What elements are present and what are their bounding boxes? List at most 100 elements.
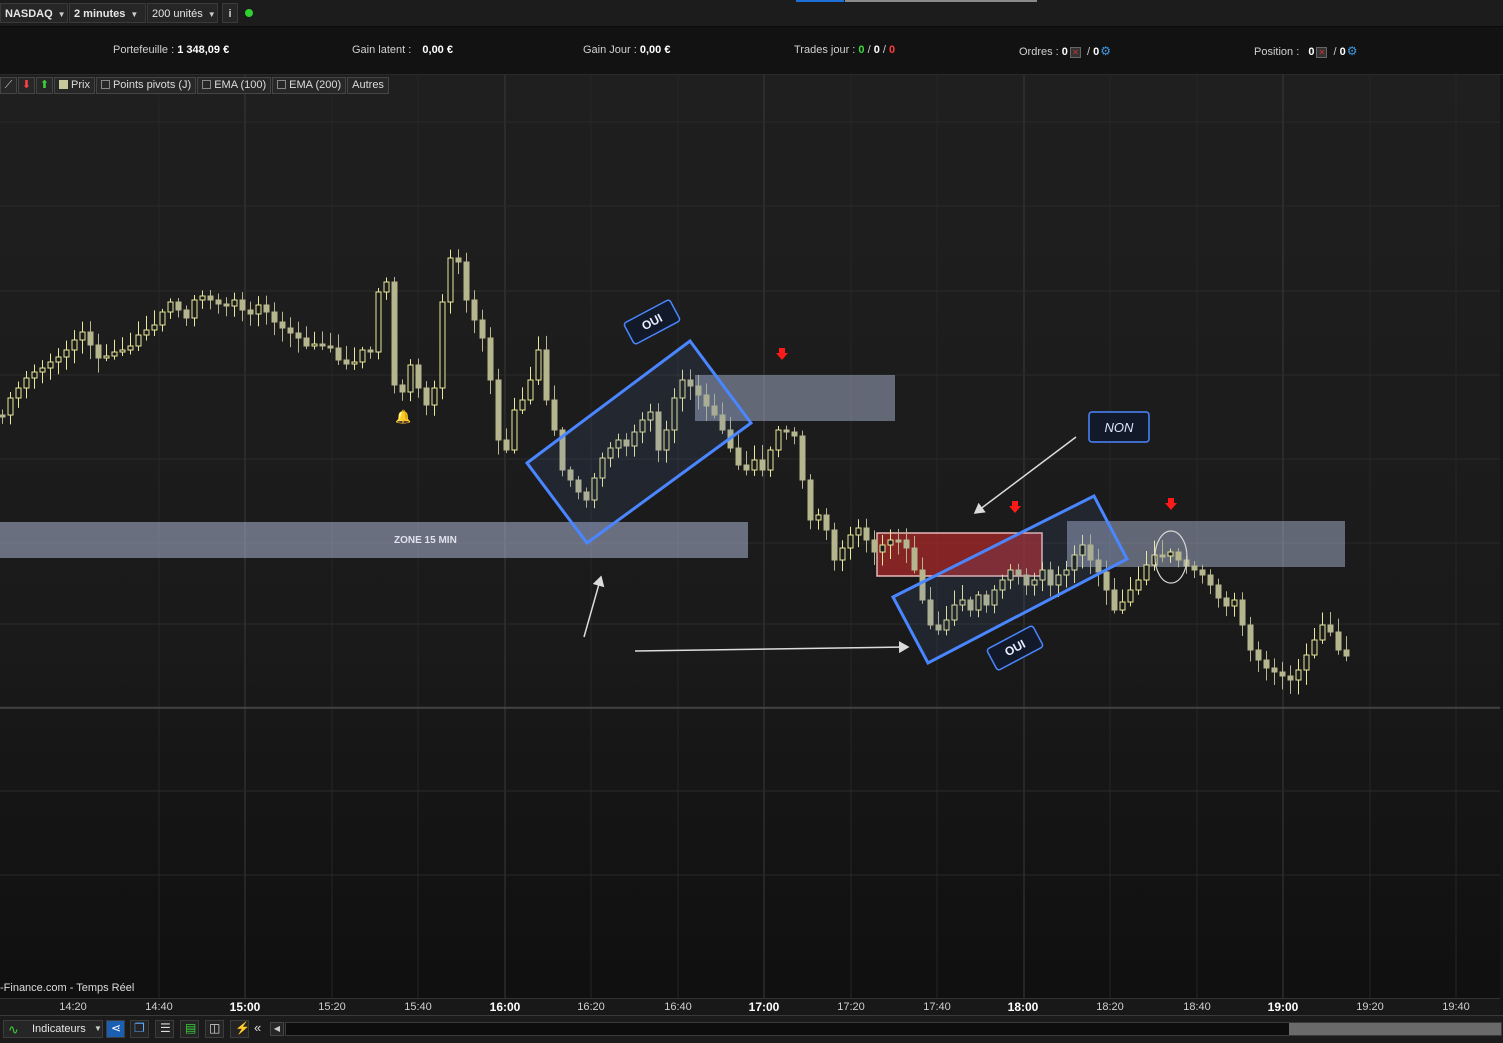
candle-body — [463, 261, 470, 301]
collapse-icon[interactable]: « — [254, 1020, 268, 1038]
position-count-2: 0 — [1339, 46, 1346, 58]
candle-body — [127, 345, 134, 351]
candle-body — [1215, 584, 1222, 599]
candle-body — [535, 349, 542, 381]
account-summary-bar: Portefeuille : 1 348,09 € Gain latent : … — [0, 27, 1503, 75]
portfolio-value: 1 348,09 € — [177, 44, 230, 56]
zone-15min-label: ZONE 15 MIN — [394, 535, 457, 546]
units-dropdown[interactable]: 200 unités ▼ — [147, 3, 218, 23]
candle-body — [39, 367, 46, 373]
sell-arrow-icon[interactable]: ⬇ — [18, 77, 35, 94]
order-list-icon[interactable]: ☰ — [155, 1020, 174, 1038]
candle-body — [895, 539, 902, 543]
scroll-left-icon[interactable]: ◀ — [270, 1022, 284, 1036]
gear-icon[interactable]: ⚙ — [1347, 44, 1358, 58]
candle-body — [191, 299, 198, 319]
top-toolbar: NASDAQ ▼ 2 minutes ▼ 200 unités ▼ i — [0, 0, 1503, 27]
candle-body — [1327, 624, 1334, 633]
legend-ema100-label: EMA (100) — [214, 79, 267, 91]
candle-body — [207, 295, 214, 301]
candle-body — [1239, 599, 1246, 626]
share-icon[interactable]: ⋖ — [106, 1020, 125, 1038]
candle-body — [887, 539, 894, 546]
candle-body — [87, 331, 94, 346]
legend-pivot-points[interactable]: Points pivots (J) — [95, 77, 197, 94]
candle-body — [135, 334, 142, 347]
candle-body — [47, 361, 54, 369]
strategy-icon[interactable]: ⚡ — [230, 1020, 250, 1038]
order-book-icon[interactable]: ▤ — [180, 1020, 199, 1038]
pivots-checkbox-icon — [100, 80, 110, 89]
candle-body — [295, 332, 302, 339]
info-button[interactable]: i — [222, 3, 238, 23]
candle-body — [1287, 675, 1294, 681]
candle-body — [1199, 569, 1206, 576]
candle-body — [95, 344, 102, 359]
channel-box-1 — [524, 338, 754, 546]
scrollbar-thumb[interactable] — [1289, 1023, 1501, 1035]
timeframe-dropdown[interactable]: 2 minutes ▼ — [69, 3, 146, 23]
trades-neutral-count: 0 — [873, 44, 880, 56]
candle-body — [831, 529, 838, 561]
candle-body — [855, 527, 862, 536]
x-tick: 19:40 — [1442, 1001, 1470, 1013]
candle-body — [1223, 597, 1230, 607]
info-icon: i — [228, 8, 232, 20]
candle-body — [1319, 624, 1326, 641]
price-chart[interactable]: OUI OUI NON 🔔 ⟋ ⬇ ⬆ Prix Points pivots (J) EMA (… — [0, 75, 1500, 1013]
x-tick: 15:00 — [229, 1000, 261, 1014]
candle-body — [15, 387, 22, 399]
instrument-label: NASDAQ — [5, 8, 53, 20]
candle-body — [367, 349, 374, 353]
legend-price[interactable]: Prix — [54, 77, 95, 94]
instrument-dropdown[interactable]: NASDAQ ▼ — [0, 3, 68, 23]
position-info: Position : 0 ✕ / 0⚙ — [1254, 44, 1358, 58]
time-axis[interactable]: 14:20 14:40 15:00 15:20 15:40 16:00 16:2… — [0, 998, 1500, 1015]
candle-body — [1207, 574, 1214, 586]
indicators-button[interactable]: ∿ Indicateurs ▼ — [3, 1020, 103, 1038]
candle-body — [103, 355, 110, 359]
candle-body — [1135, 579, 1142, 591]
draw-tool-icon[interactable]: ⟋ — [0, 77, 17, 94]
candle-body — [791, 431, 798, 437]
candle-body — [751, 459, 758, 471]
candle-body — [167, 301, 174, 313]
candle-body — [847, 534, 854, 549]
candle-body — [1343, 649, 1350, 657]
candle-body — [807, 479, 814, 521]
orders-count-2: 0 — [1093, 46, 1100, 58]
orders-info: Ordres : 0 ✕ / 0⚙ — [1019, 44, 1112, 58]
legend-price-label: Prix — [71, 79, 90, 91]
trades-won-count: 0 — [858, 44, 865, 56]
legend-ema200[interactable]: EMA (200) — [272, 77, 347, 94]
candle-body — [327, 345, 334, 349]
window-chart-icon[interactable]: ◫ — [205, 1020, 224, 1038]
legend-ema100[interactable]: EMA (100) — [197, 77, 272, 94]
candle-body — [447, 257, 454, 303]
candle-body — [455, 257, 462, 263]
x-tick: 18:00 — [1007, 1000, 1039, 1014]
cancel-orders-icon[interactable]: ✕ — [1069, 46, 1081, 58]
new-window-icon[interactable]: ❐ — [130, 1020, 149, 1038]
gear-icon[interactable]: ⚙ — [1100, 44, 1111, 58]
annotation-arrow-up — [583, 575, 605, 638]
candle-body — [487, 337, 494, 381]
legend-others[interactable]: Autres — [347, 77, 389, 94]
annotation-arrow-right — [634, 641, 910, 654]
x-tick: 15:40 — [404, 1001, 432, 1013]
x-tick: 18:20 — [1096, 1001, 1124, 1013]
sell-signal-icon — [1165, 498, 1177, 510]
connection-status-dot — [245, 9, 253, 17]
candle-body — [495, 379, 502, 441]
trades-day-info: Trades jour : 0 / 0 / 0 — [794, 44, 896, 56]
candle-body — [1175, 551, 1182, 561]
horizontal-scrollbar[interactable] — [285, 1022, 1502, 1036]
candle-body — [439, 301, 446, 389]
orders-count: 0 — [1061, 46, 1068, 58]
candle-body — [815, 514, 822, 521]
close-position-icon[interactable]: ✕ — [1316, 46, 1328, 58]
chart-canvas[interactable]: OUI OUI NON 🔔 — [0, 75, 1500, 998]
units-label: 200 unités — [152, 8, 203, 20]
candle-body — [1159, 554, 1166, 558]
buy-arrow-icon[interactable]: ⬆ — [36, 77, 53, 94]
